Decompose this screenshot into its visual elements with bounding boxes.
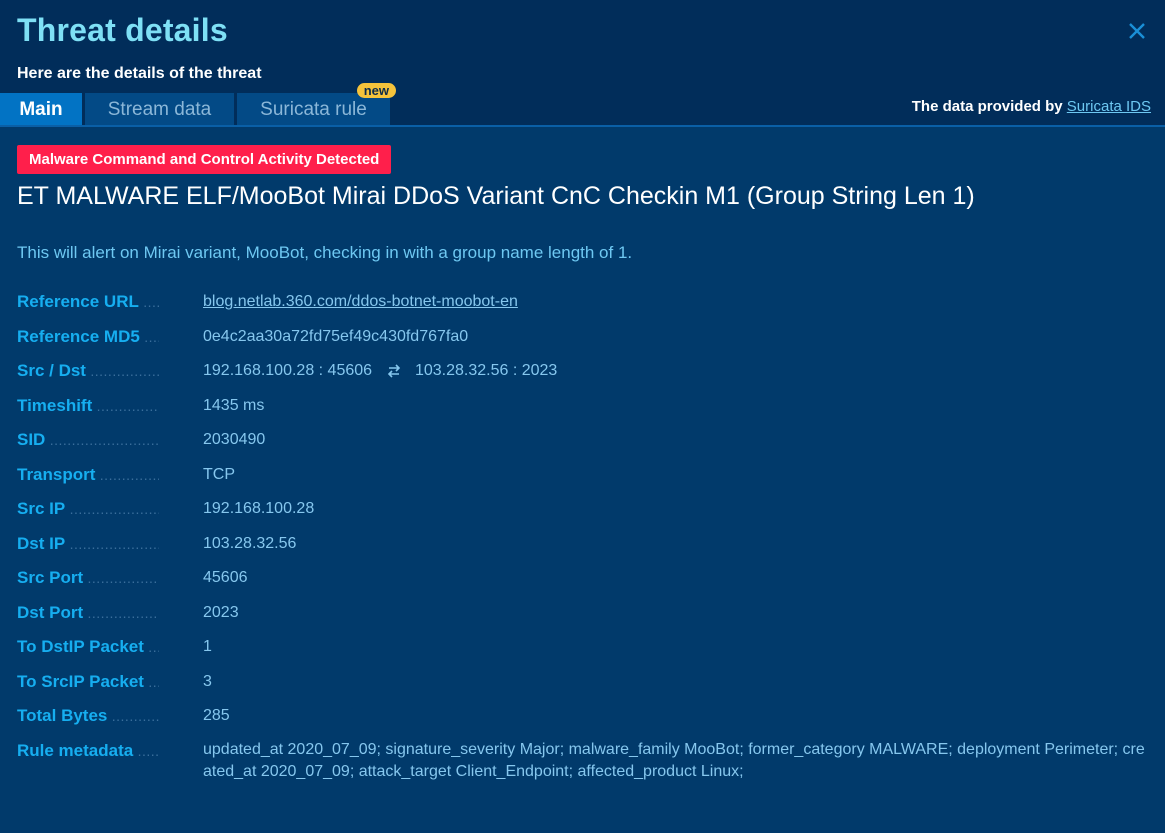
field-value: 1 bbox=[203, 638, 212, 655]
dst-endpoint: 103.28.32.56 : 2023 bbox=[414, 362, 558, 379]
field-rule-metadata: Rule metadata updated_at 2020_07_09; sig… bbox=[17, 739, 1152, 783]
field-label: Dst IP bbox=[17, 532, 159, 556]
page-subtitle: Here are the details of the threat bbox=[17, 65, 262, 82]
field-label: SID bbox=[17, 428, 159, 452]
field-label: Reference MD5 bbox=[17, 325, 159, 349]
field-label: Src IP bbox=[17, 497, 159, 521]
field-value: updated_at 2020_07_09; signature_severit… bbox=[203, 740, 1145, 780]
provided-by-label: The data provided by bbox=[911, 98, 1063, 115]
page-title: Threat details bbox=[17, 12, 228, 48]
field-value: 1435 ms bbox=[203, 396, 265, 414]
field-label: Timeshift bbox=[17, 394, 159, 418]
details-list: Reference URL blog.netlab.360.com/ddos-b… bbox=[17, 290, 1152, 783]
field-sid: SID 2030490 bbox=[17, 428, 1152, 463]
field-label: Src Port bbox=[17, 566, 159, 590]
field-src-port: Src Port 45606 bbox=[17, 566, 1152, 601]
tab-bar: Main Stream data Suricata rule new bbox=[0, 83, 396, 126]
field-total-bytes: Total Bytes 285 bbox=[17, 704, 1152, 739]
field-value: 2030490 bbox=[203, 431, 266, 448]
field-dst-ip: Dst IP 103.28.32.56 bbox=[17, 532, 1152, 567]
header-divider bbox=[0, 125, 1165, 127]
rule-title: ET MALWARE ELF/MooBot Mirai DDoS Variant… bbox=[17, 182, 975, 210]
provider-link[interactable]: Suricata IDS bbox=[1067, 98, 1151, 115]
field-label: Transport bbox=[17, 463, 159, 487]
field-to-src-packets: To SrcIP Packet 3 bbox=[17, 670, 1152, 705]
field-value: 3 bbox=[203, 672, 212, 690]
field-value: 285 bbox=[203, 707, 230, 724]
new-badge: new bbox=[356, 83, 396, 98]
field-value: 0e4c2aa30a72fd75ef49c430fd767fa0 bbox=[203, 327, 469, 345]
field-label: Dst Port bbox=[17, 601, 159, 625]
field-to-dst-packets: To DstIP Packet 1 bbox=[17, 635, 1152, 670]
field-value: TCP bbox=[203, 465, 235, 483]
swap-arrows-icon bbox=[387, 364, 400, 378]
tab-main[interactable]: Main bbox=[0, 93, 82, 126]
reference-url-link[interactable]: blog.netlab.360.com/ddos-botnet-moobot-e… bbox=[203, 293, 518, 310]
field-label: Reference URL bbox=[17, 290, 159, 314]
field-dst-port: Dst Port 2023 bbox=[17, 601, 1152, 636]
field-label: Rule metadata bbox=[17, 739, 159, 763]
field-value: 45606 bbox=[203, 569, 248, 586]
field-reference-md5: Reference MD5 0e4c2aa30a72fd75ef49c430fd… bbox=[17, 325, 1152, 360]
field-value: 2023 bbox=[203, 603, 239, 621]
close-icon bbox=[1129, 23, 1145, 39]
close-button[interactable] bbox=[1126, 20, 1148, 42]
field-timeshift: Timeshift 1435 ms bbox=[17, 394, 1152, 429]
header: Threat details Here are the details of t… bbox=[0, 0, 1165, 126]
data-provider: The data provided by Suricata IDS bbox=[912, 98, 1151, 115]
rule-description: This will alert on Mirai variant, MooBot… bbox=[17, 243, 633, 262]
field-value: 192.168.100.28 bbox=[203, 500, 315, 517]
tab-suricata-rule[interactable]: Suricata rule new bbox=[237, 83, 396, 126]
field-transport: Transport TCP bbox=[17, 463, 1152, 498]
tab-stream-data[interactable]: Stream data bbox=[85, 93, 234, 126]
tab-label: Suricata rule bbox=[260, 99, 367, 120]
field-src-dst: Src / Dst 192.168.100.28 : 45606 103.28.… bbox=[17, 359, 1152, 394]
field-label: To SrcIP Packet bbox=[17, 670, 159, 694]
field-value: 192.168.100.28 : 45606 103.28.32.56 : 20… bbox=[203, 359, 557, 383]
category-badge: Malware Command and Control Activity Det… bbox=[17, 145, 392, 174]
field-label: Total Bytes bbox=[17, 704, 159, 728]
field-value: 103.28.32.56 bbox=[203, 534, 297, 552]
field-src-ip: Src IP 192.168.100.28 bbox=[17, 497, 1152, 532]
field-label: To DstIP Packet bbox=[17, 635, 159, 659]
field-label: Src / Dst bbox=[17, 359, 159, 383]
src-endpoint: 192.168.100.28 : 45606 bbox=[203, 362, 373, 379]
field-reference-url: Reference URL blog.netlab.360.com/ddos-b… bbox=[17, 290, 1152, 325]
